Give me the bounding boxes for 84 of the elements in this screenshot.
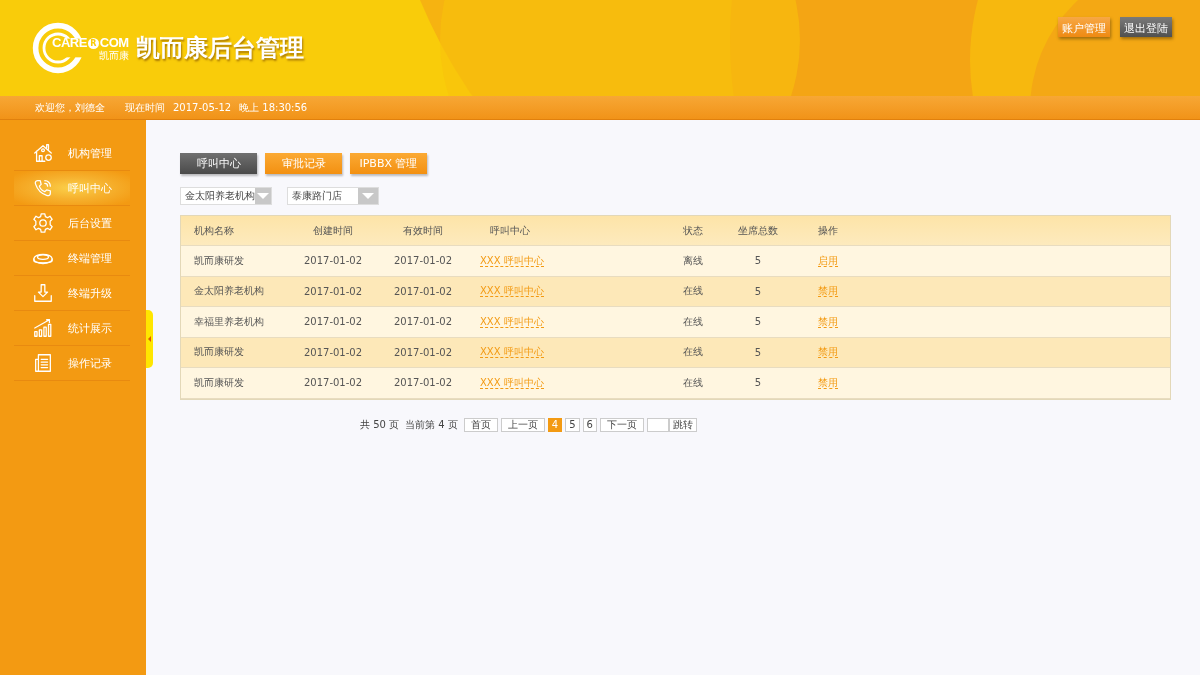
time-text: 晚上 18:30:56 <box>239 100 308 115</box>
logout-button[interactable]: 退出登陆 <box>1120 17 1172 37</box>
table-cell-text: 2017-01-02 <box>302 346 364 358</box>
call-center-link[interactable]: XXX 呼叫中心 <box>480 285 544 298</box>
sidebar-item[interactable]: 终端升级 <box>14 276 130 311</box>
table-cell-text: 2017-01-02 <box>302 255 364 267</box>
caret-icon <box>255 188 271 204</box>
call-center-link[interactable]: XXX 呼叫中心 <box>480 315 544 328</box>
table-cell-text: 5 <box>753 285 763 297</box>
action-link[interactable]: 禁用 <box>818 285 838 298</box>
sidebar-item[interactable]: 终端管理 <box>14 241 130 276</box>
call-center-link[interactable]: XXX 呼叫中心 <box>480 376 544 389</box>
dropdown[interactable]: 金太阳养老机构 <box>180 187 272 205</box>
caret-icon <box>358 188 378 204</box>
account-button[interactable]: 账户管理 <box>1058 17 1110 37</box>
document-icon <box>32 352 54 374</box>
column-header: 操作 <box>817 223 839 238</box>
column-header: 状态 <box>682 223 704 238</box>
table-cell-text: 在线 <box>682 345 704 360</box>
next-page-button[interactable]: 下一页 <box>599 417 644 432</box>
current-page-text: 当前第 4 页 <box>405 417 458 432</box>
column-header: 机构名称 <box>194 223 235 238</box>
house-icon <box>32 142 54 164</box>
column-header: 有效时间 <box>402 223 444 238</box>
tab[interactable]: IPBBX 管理 <box>350 153 427 174</box>
table-cell-text: 凯而康研发 <box>194 253 245 268</box>
sidebar-item[interactable]: 操作记录 <box>14 346 130 381</box>
previous-page-button[interactable]: 上一页 <box>500 417 545 432</box>
phone-icon <box>32 177 54 199</box>
table-cell-text: 离线 <box>682 253 704 268</box>
registered-mark: R <box>87 37 99 49</box>
logo-subtitle: 凯而康 <box>98 50 129 62</box>
logo-text: COM <box>99 36 129 50</box>
table-cell-text: 2017-01-02 <box>392 255 454 267</box>
action-link[interactable]: 禁用 <box>818 376 838 389</box>
tab[interactable]: 审批记录 <box>265 153 342 174</box>
table-cell-text: 2017-01-02 <box>302 316 364 328</box>
bar-chart-icon <box>32 317 54 339</box>
download-icon <box>32 282 54 304</box>
first-page-button[interactable]: 首页 <box>463 417 498 432</box>
call-center-link[interactable]: XXX 呼叫中心 <box>480 346 544 359</box>
table-cell-text: 2017-01-02 <box>302 285 364 297</box>
sidebar-item[interactable]: 后台设置 <box>14 206 130 241</box>
page-button[interactable]: 6 <box>582 417 597 432</box>
dropdown[interactable]: 泰康路门店 <box>287 187 379 205</box>
table-cell-text: 金太阳养老机构 <box>194 284 265 299</box>
sidebar-item[interactable]: 呼叫中心 <box>14 171 130 206</box>
table-cell-text: 5 <box>753 255 763 267</box>
page-button[interactable]: 4 <box>547 417 563 432</box>
time-label: 现在时间 <box>125 100 165 115</box>
tab[interactable]: 呼叫中心 <box>180 153 257 174</box>
logo-ring-icon <box>30 20 86 76</box>
column-header: 呼叫中心 <box>489 223 531 238</box>
table-cell-text: 在线 <box>682 375 704 390</box>
sidebar-item[interactable]: 统计展示 <box>14 311 130 346</box>
app-title: 凯而康后台管理 <box>136 33 304 64</box>
jump-button[interactable]: 跳转 <box>668 417 697 432</box>
action-link[interactable]: 禁用 <box>818 315 838 328</box>
table-cell-text: 凯而康研发 <box>194 345 245 360</box>
date-text: 2017-05-12 <box>173 102 232 113</box>
column-header: 坐席总数 <box>737 223 779 238</box>
page-button[interactable]: 5 <box>565 417 580 432</box>
table-cell-text: 2017-01-02 <box>392 377 454 389</box>
call-center-link[interactable]: XXX 呼叫中心 <box>480 254 544 267</box>
logo-text: CARE <box>52 36 87 50</box>
settings-icon <box>32 212 54 234</box>
table-cell-text: 2017-01-02 <box>392 346 454 358</box>
table-cell-text: 凯而康研发 <box>194 375 245 390</box>
collapse-handle[interactable] <box>146 310 153 368</box>
table-cell-text: 在线 <box>682 284 704 299</box>
column-header: 创建时间 <box>312 223 354 238</box>
table-cell-text: 5 <box>753 377 763 389</box>
page-input[interactable] <box>646 417 669 432</box>
page-count: 共 50 页 <box>360 417 400 432</box>
action-link[interactable]: 启用 <box>818 254 838 267</box>
table-cell-text: 2017-01-02 <box>392 285 454 297</box>
table-cell-text: 2017-01-02 <box>392 316 454 328</box>
action-link[interactable]: 禁用 <box>818 346 838 359</box>
table-cell-text: 在线 <box>682 314 704 329</box>
table-cell-text: 5 <box>753 346 763 358</box>
greeting-text: 欢迎您，刘德全 <box>35 100 105 115</box>
table-cell-text: 幸福里养老机构 <box>194 314 265 329</box>
table-cell-text: 5 <box>753 316 763 328</box>
table-cell-text: 2017-01-02 <box>302 377 364 389</box>
